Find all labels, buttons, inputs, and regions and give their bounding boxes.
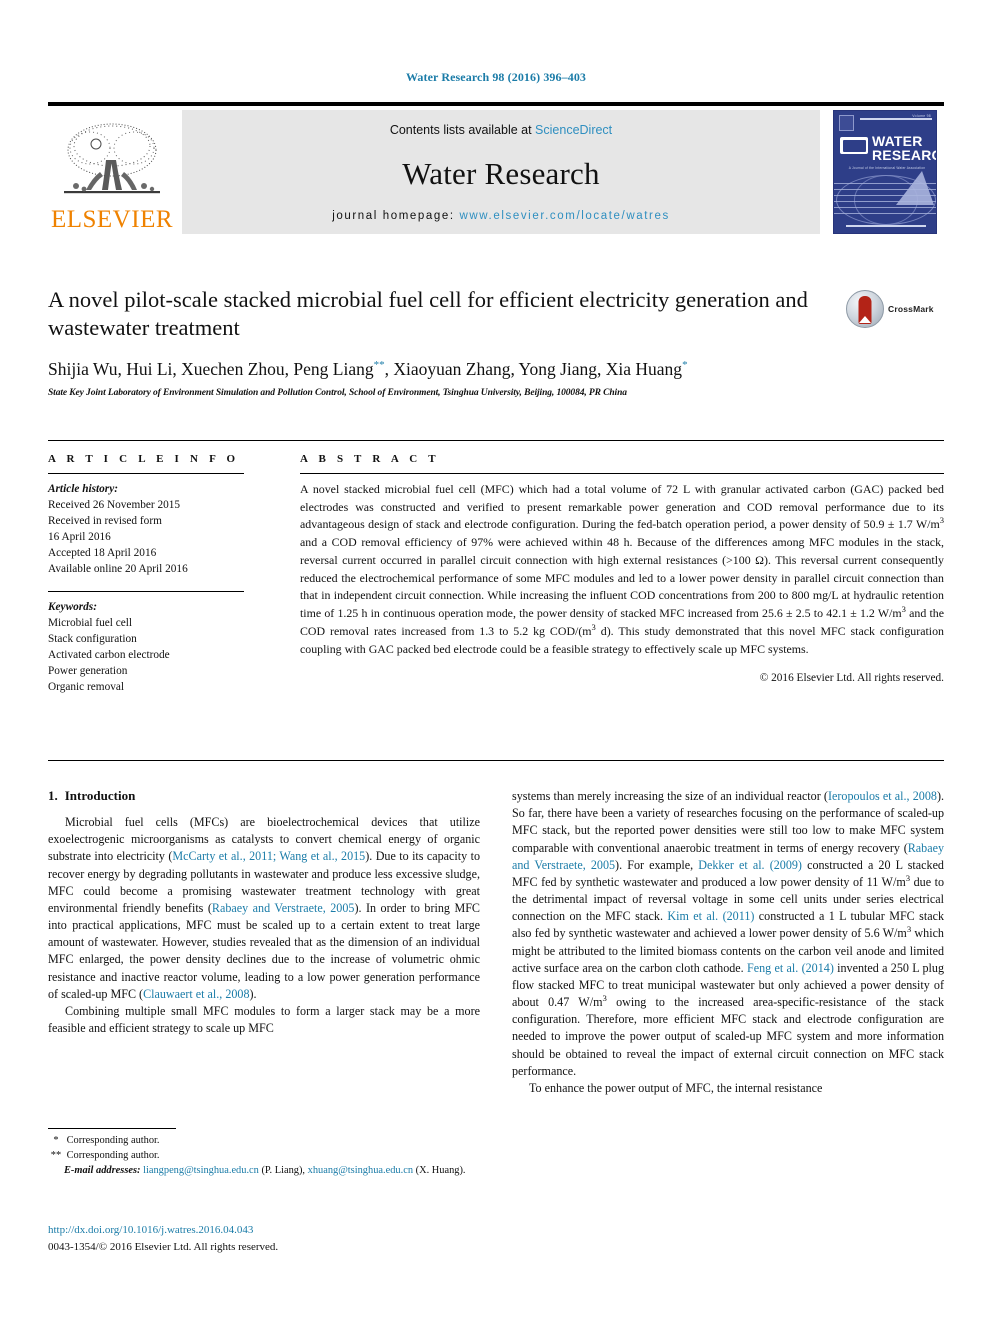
- cover-peak-graphic: [896, 171, 934, 205]
- article-title: A novel pilot-scale stacked microbial fu…: [48, 287, 808, 341]
- sciencedirect-link[interactable]: ScienceDirect: [535, 123, 612, 137]
- cover-wave-5: [834, 207, 936, 208]
- cover-bottom-rule: [846, 225, 926, 227]
- cover-elsevier-mini-icon: [839, 115, 854, 131]
- cover-wave-3: [834, 195, 936, 196]
- history-item: 16 April 2016: [48, 531, 111, 544]
- cover-title-line2: RESEARCH: [872, 146, 936, 163]
- cover-subtitle: A Journal of the International Water Ass…: [844, 166, 930, 170]
- footnote-emails: E-mail addresses: liangpeng@tsinghua.edu…: [48, 1164, 480, 1179]
- article-history: Article history: Received 26 November 20…: [48, 481, 244, 577]
- cover-wave-4: [834, 201, 936, 202]
- article-info-rule: [48, 473, 244, 474]
- keyword-item: Organic removal: [48, 681, 125, 694]
- running-head: Water Research 98 (2016) 396–403: [405, 70, 587, 84]
- email-addresses-values[interactable]: liangpeng@tsinghua.edu.cn (P. Liang), xh…: [140, 1165, 465, 1176]
- contents-list-line: Contents lists available at ScienceDirec…: [390, 123, 612, 137]
- keywords-label: Keywords:: [48, 601, 97, 614]
- journal-masthead: ELSEVIER Contents lists available at Sci…: [48, 102, 944, 234]
- history-item: Received 26 November 2015: [48, 499, 181, 512]
- keyword-item: Stack configuration: [48, 633, 137, 646]
- abstract-copyright: © 2016 Elsevier Ltd. All rights reserved…: [759, 672, 944, 685]
- doi-link[interactable]: http://dx.doi.org/10.1016/j.watres.2016.…: [48, 1222, 508, 1239]
- abstract-heading: A B S T R A C T: [300, 453, 440, 465]
- section-heading-introduction: 1. Introduction: [48, 788, 480, 804]
- info-abstract-block: A R T I C L E I N F O Article history: R…: [48, 440, 944, 695]
- body-column-right: systems than merely increasing the size …: [512, 788, 944, 1258]
- history-item: Received in revised form: [48, 515, 162, 528]
- body-separator-rule: [48, 760, 944, 761]
- footnotes-block: * Corresponding author. ** Corresponding…: [48, 1128, 480, 1178]
- keywords-rule: [48, 591, 244, 593]
- keyword-item: Power generation: [48, 665, 128, 678]
- elsevier-wordmark: ELSEVIER: [50, 206, 174, 233]
- abstract-column: A B S T R A C T A novel stacked microbia…: [262, 453, 944, 695]
- article-history-label: Article history:: [48, 483, 118, 495]
- abstract-text: A novel stacked microbial fuel cell (MFC…: [300, 482, 945, 656]
- journal-cover: Volume 98 WATER RESEARCH A Journal of th…: [826, 110, 944, 234]
- keyword-item: Activated carbon electrode: [48, 649, 170, 662]
- crossmark-icon: [846, 290, 884, 328]
- cover-title: WATER RESEARCH: [872, 134, 936, 163]
- footer-block: http://dx.doi.org/10.1016/j.watres.2016.…: [48, 1222, 508, 1255]
- keywords-block: Keywords: Microbial fuel cell Stack conf…: [48, 591, 244, 695]
- article-info-heading: A R T I C L E I N F O: [48, 453, 240, 465]
- cover-wave-1: [834, 183, 936, 184]
- cover-top-rule: [860, 118, 932, 120]
- contents-prefix: Contents lists available at: [389, 123, 536, 137]
- keyword-item: Microbial fuel cell: [48, 617, 133, 630]
- author-list: Shijia Wu, Hui Li, Xuechen Zhou, Peng Li…: [48, 358, 688, 379]
- body-paragraph: Combining multiple small MFC modules to …: [48, 1003, 480, 1036]
- article-first-page: Water Research 98 (2016) 396–403 ELSEVIE…: [0, 0, 992, 1323]
- cover-volume-label: Volume 98: [912, 114, 931, 118]
- body-paragraph: systems than merely increasing the size …: [512, 789, 945, 1078]
- body-columns: 1. Introduction Microbial fuel cells (MFC…: [48, 788, 944, 1258]
- section-number: 1.: [48, 788, 58, 803]
- crossmark-label: CrossMark: [888, 304, 934, 314]
- article-info-column: A R T I C L E I N F O Article history: R…: [48, 453, 262, 695]
- body-column-left: 1. Introduction Microbial fuel cells (MFC…: [48, 788, 480, 1258]
- journal-title: Water Research: [402, 155, 600, 191]
- elsevier-tree-icon: [60, 120, 164, 206]
- elsevier-logo: ELSEVIER: [48, 110, 176, 234]
- history-item: Available online 20 April 2016: [48, 563, 188, 576]
- cover-wave-6: [834, 213, 936, 214]
- masthead-center: Contents lists available at ScienceDirec…: [182, 110, 820, 234]
- abstract-rule: [300, 473, 944, 474]
- issn-copyright-line: 0043-1354/© 2016 Elsevier Ltd. All right…: [48, 1240, 279, 1253]
- footnote-item: ** Corresponding author.: [50, 1149, 160, 1161]
- email-addresses-label: E-mail addresses:: [64, 1164, 141, 1176]
- journal-homepage-link[interactable]: www.elsevier.com/locate/watres: [459, 210, 669, 222]
- cover-subtitle-text: A Journal of the International Water Ass…: [848, 166, 926, 170]
- cover-wave-2: [834, 189, 936, 190]
- section-title-text: Introduction: [64, 788, 136, 803]
- homepage-prefix: journal homepage:: [332, 210, 460, 222]
- title-block: A novel pilot-scale stacked microbial fu…: [48, 286, 944, 398]
- history-item: Accepted 18 April 2016: [48, 547, 157, 560]
- journal-homepage-line: journal homepage: www.elsevier.com/locat…: [332, 210, 670, 222]
- crossmark-badge[interactable]: CrossMark: [846, 286, 942, 332]
- iwa-badge-icon: [840, 137, 868, 154]
- affiliation: State Key Joint Laboratory of Environmen…: [48, 387, 627, 398]
- footnote-item: * Corresponding author.: [53, 1135, 160, 1146]
- footnote-rule: [48, 1128, 176, 1129]
- body-paragraph: To enhance the power output of MFC, the …: [529, 1080, 823, 1095]
- body-paragraph: Microbial fuel cells (MFCs) are bioelect…: [48, 815, 480, 1001]
- journal-cover-image: Volume 98 WATER RESEARCH A Journal of th…: [833, 110, 937, 234]
